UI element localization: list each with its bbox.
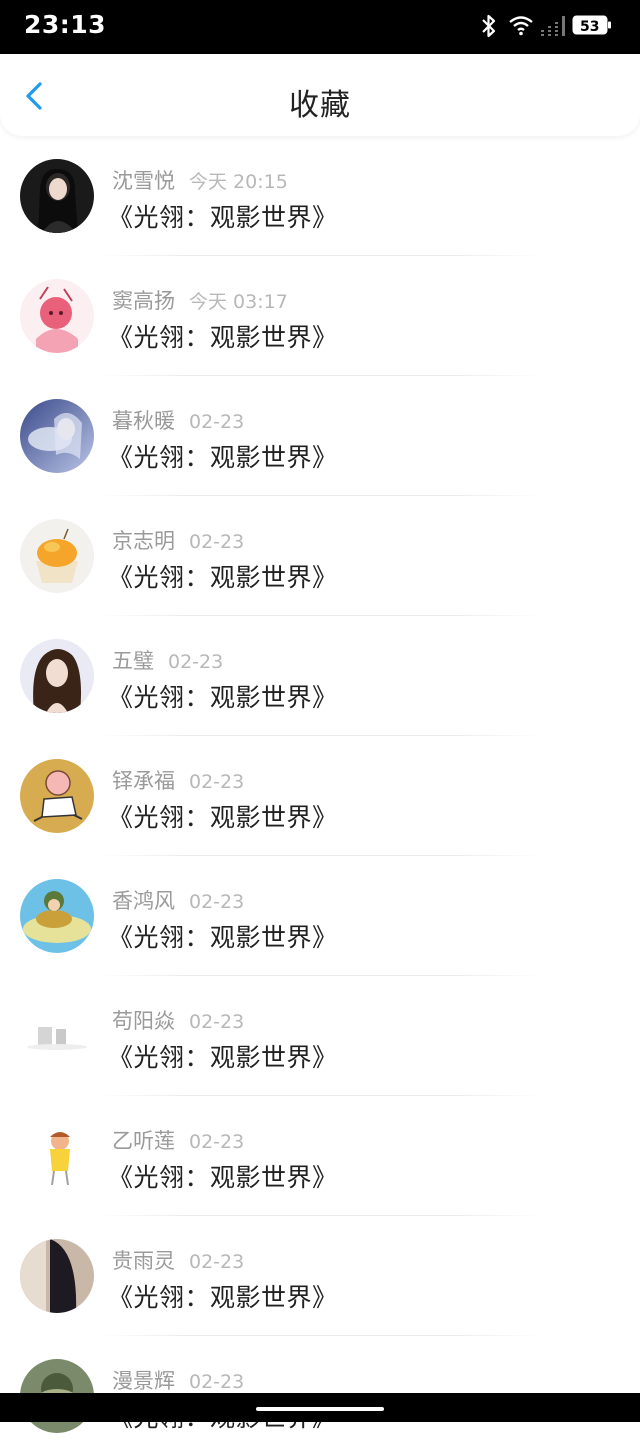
- battery-level: 53: [580, 19, 600, 35]
- bluetooth-icon: [482, 14, 496, 38]
- item-title: 《光翎：观影世界》: [108, 563, 338, 592]
- status-bar: 23:13 53: [0, 0, 640, 54]
- avatar: [20, 279, 94, 353]
- post-time: 02-23: [189, 1371, 245, 1393]
- author-name: 铎承福: [112, 769, 175, 793]
- favorites-list: 沈雪悦 今天 20:15 《光翎：观影世界》 窦高扬 今天 03:17 《光翎：观影…: [0, 136, 640, 1456]
- list-item[interactable]: 暮秋暖 02-23 《光翎：观影世界》: [0, 376, 640, 496]
- avatar: [20, 1239, 94, 1313]
- wifi-icon: [509, 16, 533, 36]
- navigation-bar: [0, 1393, 640, 1422]
- status-time: 23:13: [24, 10, 107, 39]
- author-name: 乙听莲: [112, 1129, 175, 1153]
- avatar: [20, 1119, 94, 1193]
- author-name: 京志明: [112, 529, 175, 553]
- page-title: 收藏: [289, 88, 351, 123]
- avatar: [20, 519, 94, 593]
- item-title: 《光翎：观影世界》: [108, 1043, 338, 1072]
- list-item[interactable]: 苟阳焱 02-23 《光翎：观影世界》: [0, 976, 640, 1096]
- avatar: [20, 999, 94, 1073]
- list-item[interactable]: 铎承福 02-23 《光翎：观影世界》: [0, 736, 640, 856]
- post-time: 今天 20:15: [189, 171, 288, 193]
- author-name: 贵雨灵: [112, 1249, 175, 1273]
- avatar: [20, 399, 94, 473]
- author-name: 香鸿风: [112, 889, 175, 913]
- list-item[interactable]: 京志明 02-23 《光翎：观影世界》: [0, 496, 640, 616]
- post-time: 02-23: [189, 771, 245, 793]
- home-indicator[interactable]: [256, 1407, 384, 1411]
- author-name: 苟阳焱: [112, 1009, 175, 1033]
- item-title: 《光翎：观影世界》: [108, 443, 338, 472]
- item-title: 《光翎：观影世界》: [108, 203, 338, 232]
- author-name: 暮秋暖: [112, 409, 175, 433]
- item-title: 《光翎：观影世界》: [108, 323, 338, 352]
- avatar: [20, 159, 94, 233]
- post-time: 02-23: [189, 411, 245, 433]
- item-title: 《光翎：观影世界》: [108, 923, 338, 952]
- author-name: 沈雪悦: [112, 169, 175, 193]
- list-item[interactable]: 沈雪悦 今天 20:15 《光翎：观影世界》: [0, 136, 640, 256]
- avatar: [20, 639, 94, 713]
- post-time: 02-23: [189, 531, 245, 553]
- post-time: 02-23: [189, 1251, 245, 1273]
- post-time: 02-23: [189, 1131, 245, 1153]
- item-title: 《光翎：观影世界》: [108, 1163, 338, 1192]
- list-item[interactable]: 五璧 02-23 《光翎：观影世界》: [0, 616, 640, 736]
- author-name: 五璧: [112, 649, 154, 673]
- author-name: 漫景辉: [112, 1369, 175, 1393]
- avatar: [20, 879, 94, 953]
- list-item[interactable]: 贵雨灵 02-23 《光翎：观影世界》: [0, 1216, 640, 1336]
- signal-icon: [541, 16, 565, 36]
- list-item[interactable]: 乙听莲 02-23 《光翎：观影世界》: [0, 1096, 640, 1216]
- list-item[interactable]: 香鸿风 02-23 《光翎：观影世界》: [0, 856, 640, 976]
- item-title: 《光翎：观影世界》: [108, 803, 338, 832]
- post-time: 02-23: [189, 1011, 245, 1033]
- post-time: 今天 03:17: [189, 291, 288, 313]
- item-title: 《光翎：观影世界》: [108, 683, 338, 712]
- post-time: 02-23: [189, 891, 245, 913]
- header: 收藏: [0, 54, 640, 136]
- avatar: [20, 759, 94, 833]
- author-name: 窦高扬: [112, 289, 175, 313]
- list-item[interactable]: 窦高扬 今天 03:17 《光翎：观影世界》: [0, 256, 640, 376]
- item-title: 《光翎：观影世界》: [108, 1283, 338, 1312]
- post-time: 02-23: [168, 651, 224, 673]
